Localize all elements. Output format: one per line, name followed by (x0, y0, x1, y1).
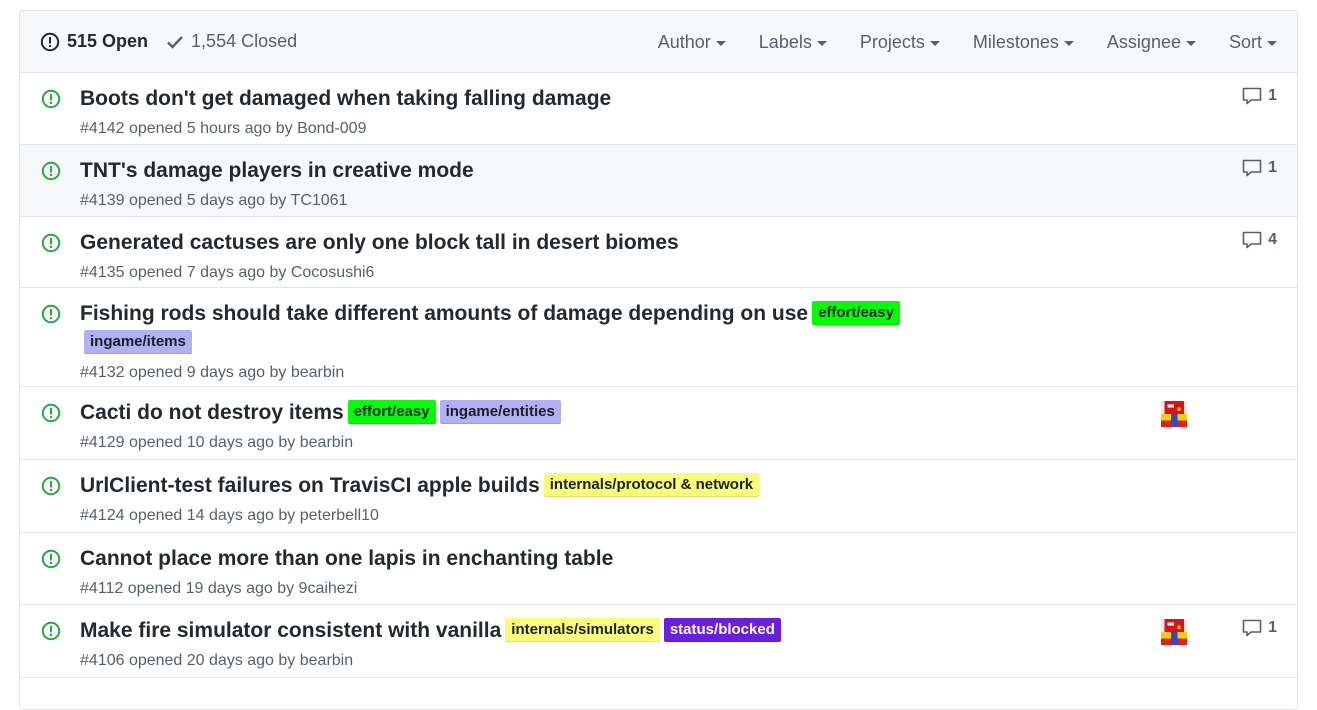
labels-filter[interactable]: Labels (759, 32, 827, 53)
caret-down-icon (1185, 40, 1196, 46)
issue-opened-icon (41, 549, 61, 569)
caret-down-icon (1267, 40, 1277, 46)
open-issues-link[interactable]: 515 Open (40, 31, 148, 52)
caret-down-icon (929, 40, 940, 46)
assignee-avatar[interactable] (1161, 401, 1187, 427)
issue-meta: #4112 opened 19 days ago by 9caihezi (80, 580, 358, 597)
issue-label[interactable]: internals/simulators (505, 618, 660, 642)
issue-title-link[interactable]: Fishing rods should take different amoun… (80, 302, 808, 325)
issue-meta: #4106 opened 20 days ago by bearbin (80, 652, 354, 669)
issue-label[interactable]: status/blocked (663, 618, 781, 642)
issue-labels: effort/easy ingame/entities (344, 400, 561, 424)
issue-opened-icon (41, 89, 61, 109)
author-filter-label: Author (657, 31, 711, 52)
sort-filter-label: Sort (1228, 31, 1262, 52)
issue-meta: #4135 opened 7 days ago by Cocosushi6 (80, 264, 375, 281)
comment-count: 4 (1268, 231, 1277, 248)
milestones-filter[interactable]: Milestones (973, 32, 1074, 53)
caret-down-icon (715, 40, 726, 46)
issue-row: Boots don't get damaged when taking fall… (20, 73, 1297, 145)
issue-opened-icon (41, 403, 61, 423)
issues-list-box: 515 Open 1,554 Closed Author Labels Proj… (19, 10, 1298, 710)
issue-row: Cacti do not destroy items effort/easy ing… (20, 387, 1297, 460)
issue-opened-icon (41, 476, 61, 496)
issue-row: Generated cactuses are only one block ta… (20, 217, 1297, 288)
projects-filter-label: Projects (859, 31, 925, 52)
issue-title-link[interactable]: Cacti do not destroy items (80, 401, 344, 424)
comment-count: 1 (1268, 159, 1277, 176)
issue-title-link[interactable]: UrlClient-test failures on TravisCI appl… (80, 474, 540, 497)
issue-meta: #4139 opened 5 days ago by TC1061 (80, 192, 348, 209)
issue-label[interactable]: ingame/entities (439, 400, 561, 424)
issue-label[interactable]: ingame/items (84, 330, 192, 354)
check-icon (167, 35, 183, 49)
milestones-filter-label: Milestones (972, 31, 1059, 52)
issue-meta: #4142 opened 5 hours ago by Bond-009 (80, 120, 367, 137)
closed-issues-link[interactable]: 1,554 Closed (166, 31, 297, 52)
issue-meta: #4129 opened 10 days ago by bearbin (80, 434, 354, 451)
author-filter[interactable]: Author (658, 32, 726, 53)
issue-row: Fishing rods should take different amoun… (20, 288, 1297, 387)
issues-list-header: 515 Open 1,554 Closed Author Labels Proj… (20, 11, 1297, 73)
comment-count: 1 (1268, 619, 1277, 636)
issue-meta: #4132 opened 9 days ago by bearbin (80, 364, 345, 381)
comments-link[interactable]: 4 (1242, 231, 1277, 249)
issue-state-toggle: 515 Open 1,554 Closed (40, 31, 315, 52)
comments-link[interactable]: 1 (1242, 619, 1277, 637)
issue-title-link[interactable]: Generated cactuses are only one block ta… (80, 231, 679, 254)
caret-down-icon (816, 40, 827, 46)
assignee-filter[interactable]: Assignee (1107, 32, 1196, 53)
comments-link[interactable]: 1 (1242, 159, 1277, 177)
issue-row: TNT's damage players in creative mode #4… (20, 145, 1297, 217)
issue-row: Cannot place more than one lapis in ench… (20, 533, 1297, 605)
issue-meta: #4124 opened 14 days ago by peterbell10 (80, 507, 379, 524)
comment-count: 1 (1268, 87, 1277, 104)
issue-opened-icon (41, 304, 61, 324)
filter-bar: Author Labels Projects Milestones Assign… (658, 11, 1277, 73)
issue-label[interactable]: internals/protocol & network (543, 473, 760, 497)
issue-opened-icon (41, 621, 61, 641)
issue-row: Make fire simulator consistent with vani… (20, 605, 1297, 678)
issue-labels: internals/protocol & network (540, 473, 760, 497)
open-count-label: 515 Open (67, 31, 149, 51)
sort-filter[interactable]: Sort (1229, 32, 1277, 53)
issue-opened-icon (41, 233, 61, 253)
assignee-filter-label: Assignee (1106, 31, 1181, 52)
issue-label[interactable]: effort/easy (812, 301, 900, 325)
comment-icon (1242, 87, 1262, 105)
issue-title-link[interactable]: Cannot place more than one lapis in ench… (80, 547, 613, 570)
issue-title-link[interactable]: Make fire simulator consistent with vani… (80, 619, 501, 642)
issue-rows: Boots don't get damaged when taking fall… (20, 73, 1297, 678)
issue-label[interactable]: effort/easy (347, 400, 436, 424)
projects-filter[interactable]: Projects (860, 32, 940, 53)
issue-labels: internals/simulators status/blocked (501, 618, 781, 642)
comment-icon (1242, 619, 1262, 637)
closed-count-label: 1,554 Closed (191, 31, 298, 51)
issue-opened-icon (41, 161, 61, 181)
caret-down-icon (1063, 40, 1074, 46)
labels-filter-label: Labels (758, 31, 812, 52)
issue-title-link[interactable]: Boots don't get damaged when taking fall… (80, 87, 611, 110)
comment-icon (1242, 231, 1262, 249)
comment-icon (1242, 159, 1262, 177)
comments-link[interactable]: 1 (1242, 87, 1277, 105)
issue-opened-icon (40, 32, 60, 51)
issue-title-link[interactable]: TNT's damage players in creative mode (80, 159, 474, 182)
assignee-avatar[interactable] (1161, 619, 1187, 645)
issue-row: UrlClient-test failures on TravisCI appl… (20, 460, 1297, 533)
